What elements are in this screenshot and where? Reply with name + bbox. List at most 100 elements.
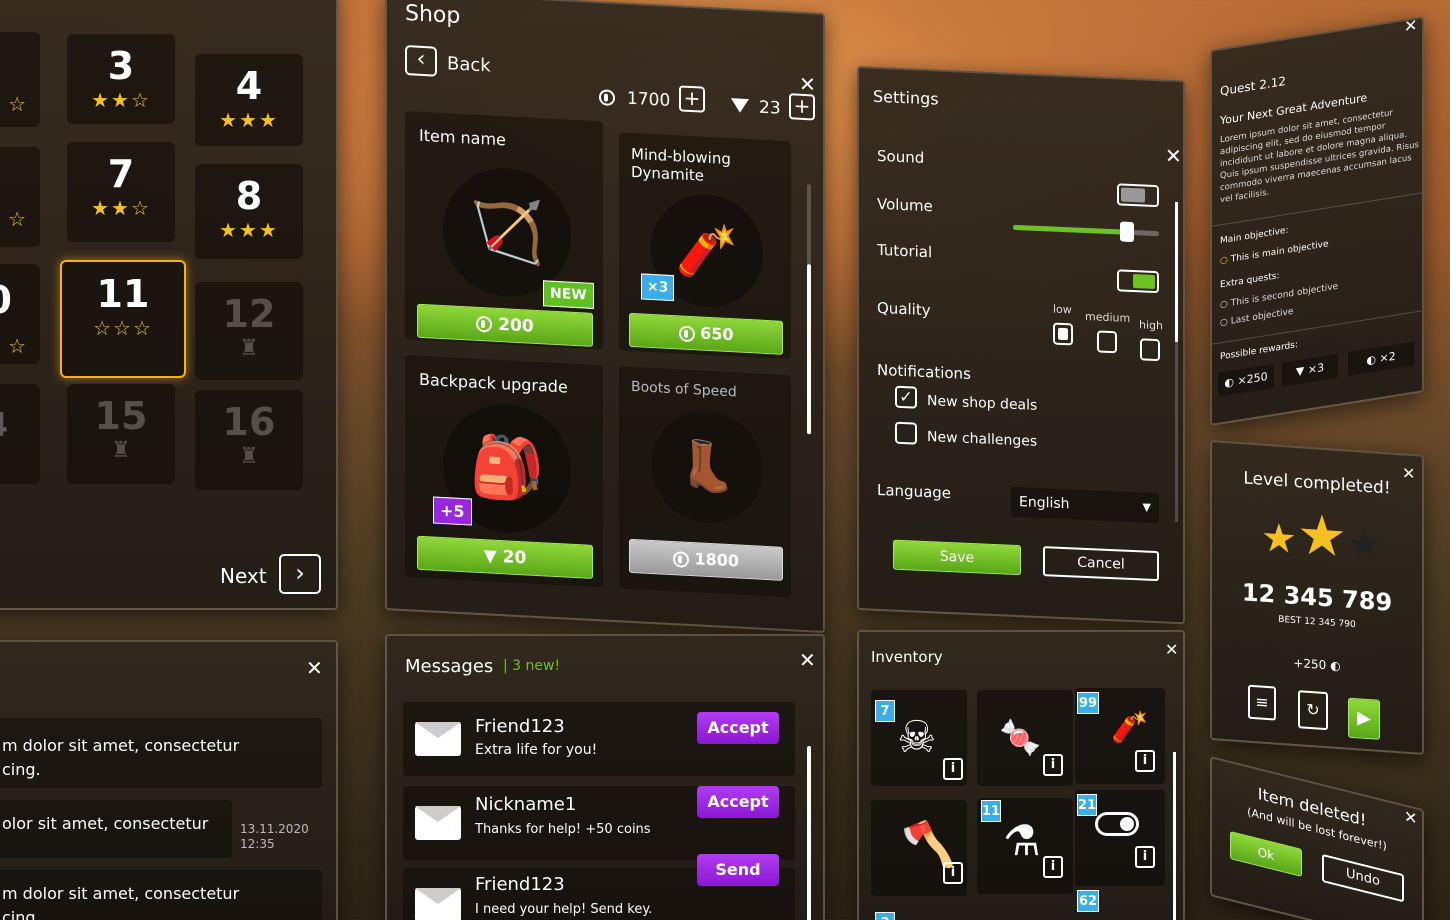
scrollbar[interactable]: [1173, 752, 1176, 920]
send-button[interactable]: Send: [697, 854, 779, 886]
undo-button[interactable]: Undo: [1322, 853, 1404, 903]
close-icon[interactable]: ✕: [1165, 143, 1182, 168]
close-icon[interactable]: ✕: [799, 650, 816, 670]
message-row[interactable]: Nickname1 Thanks for help! +50 coins Acc…: [403, 786, 795, 860]
chevron-down-icon: ▼: [1142, 500, 1151, 514]
info-button[interactable]: i: [1043, 754, 1063, 776]
add-gems-button[interactable]: +: [789, 93, 815, 121]
buy-button-disabled[interactable]: 1800: [629, 538, 783, 581]
level-tile-7[interactable]: 7 ★★☆: [67, 142, 175, 242]
level-complete-title: Level completed!: [1243, 468, 1391, 499]
level-tile-16-locked[interactable]: 16 ♜: [195, 390, 303, 490]
message-sender: Friend123: [475, 874, 565, 895]
buy-button[interactable]: 200: [417, 303, 593, 347]
item-name: Backpack upgrade: [419, 369, 568, 397]
gem-balance: 23: [759, 97, 781, 119]
scrollbar[interactable]: [1175, 201, 1178, 523]
chat-date: 13.11.2020: [240, 822, 309, 836]
buy-button[interactable]: 650: [629, 312, 783, 355]
chevron-left-icon: ‹: [416, 46, 426, 73]
message-row[interactable]: Friend123 I need your help! Send key. Se…: [403, 854, 795, 920]
level-number: 4: [235, 64, 263, 108]
language-select[interactable]: English ▼: [1011, 486, 1159, 524]
inventory-slot[interactable]: 7 ☠ i: [871, 690, 967, 786]
buy-button[interactable]: ▼ 20: [417, 535, 593, 579]
next-button[interactable]: ›: [279, 554, 321, 594]
ok-button[interactable]: Ok: [1230, 830, 1302, 877]
bow-icon: 🏹: [443, 165, 571, 300]
close-icon[interactable]: ✕: [306, 658, 323, 678]
level-tile-partial[interactable]: 4: [0, 384, 40, 484]
settings-panel: Settings ✕ Sound Volume Tutorial Quality…: [857, 66, 1185, 625]
slider-handle[interactable]: [1119, 221, 1134, 243]
envelope-coin-icon: [415, 806, 461, 840]
play-button[interactable]: ▶: [1348, 697, 1380, 740]
message-sender: Nickname1: [475, 794, 577, 815]
level-number: 12: [222, 292, 276, 336]
back-button[interactable]: ‹: [405, 45, 437, 77]
inventory-slot[interactable]: 11 ⚗ i: [977, 798, 1073, 894]
level-tile-8[interactable]: 8 ★★★: [195, 164, 303, 259]
inventory-slot[interactable]: 🍬 i: [977, 690, 1073, 786]
cancel-button[interactable]: Cancel: [1043, 546, 1159, 582]
close-icon[interactable]: ✕: [1165, 642, 1178, 658]
menu-icon: ≡: [1255, 692, 1269, 713]
close-icon[interactable]: ✕: [799, 72, 816, 97]
quality-high-radio[interactable]: [1140, 338, 1160, 362]
level-tile-partial[interactable]: ☆: [0, 32, 40, 127]
level-tile-11-selected[interactable]: 11 ☆☆☆: [60, 260, 186, 378]
close-icon[interactable]: ✕: [1404, 15, 1417, 36]
volume-slider[interactable]: [1013, 221, 1159, 243]
info-button[interactable]: i: [943, 758, 963, 780]
accept-button[interactable]: Accept: [697, 712, 779, 744]
level-number: 16: [222, 400, 276, 444]
extra-quests-label: Extra quests:: [1220, 270, 1280, 291]
message-text: Extra life for you!: [475, 742, 598, 758]
coin-icon: [476, 315, 493, 333]
quality-medium-radio[interactable]: [1097, 330, 1117, 354]
scrollbar[interactable]: [807, 746, 811, 920]
quality-low-label: low: [1053, 302, 1072, 317]
accept-button[interactable]: Accept: [697, 786, 779, 818]
level-tile-partial[interactable]: ☆: [0, 147, 40, 247]
level-tile-4[interactable]: 4 ★★★: [195, 54, 303, 146]
inventory-slot[interactable]: 21 i: [1075, 790, 1165, 886]
back-label: Back: [447, 53, 491, 77]
count-badge: 62: [1077, 890, 1099, 912]
add-coins-button[interactable]: +: [679, 85, 705, 113]
inventory-slot[interactable]: 🪓 i: [871, 800, 967, 896]
level-tile-partial[interactable]: 0 ☆: [0, 264, 40, 364]
message-text: Thanks for help! +50 coins: [475, 822, 651, 837]
quality-high-label: high: [1139, 318, 1163, 333]
info-button[interactable]: i: [943, 862, 963, 884]
level-number: 11: [96, 272, 150, 316]
level-tile-15-locked[interactable]: 15 ♜: [67, 384, 175, 484]
shop-item-card[interactable]: Item name 🏹 NEW 200: [405, 111, 603, 350]
scrollbar[interactable]: [807, 184, 811, 435]
save-button[interactable]: Save: [893, 539, 1021, 576]
coin-icon: [678, 324, 695, 342]
sound-toggle[interactable]: [1117, 183, 1159, 208]
volume-label: Volume: [877, 194, 933, 216]
new-shop-deals-checkbox[interactable]: ✓: [895, 385, 917, 409]
shop-item-card[interactable]: Boots of Speed 👢 1800: [619, 366, 791, 598]
sound-label: Sound: [877, 146, 925, 167]
inventory-slot[interactable]: 99 🧨 i: [1075, 688, 1165, 784]
shop-item-card[interactable]: Backpack upgrade 🎒 +5 ▼ 20: [405, 355, 603, 588]
quality-medium-label: medium: [1085, 309, 1131, 325]
chat-text: cing.: [2, 908, 41, 920]
level-stars: ★★☆: [91, 196, 151, 220]
info-button[interactable]: i: [1135, 750, 1155, 772]
quest-panel: ✕ Quest 2.12 Your Next Great Adventure L…: [1210, 15, 1424, 426]
replay-button[interactable]: ↻: [1298, 690, 1328, 731]
message-row[interactable]: Friend123 Extra life for you! Accept: [403, 702, 795, 776]
info-button[interactable]: i: [1135, 846, 1155, 868]
shop-item-card[interactable]: Mind-blowing Dynamite 🧨 ×3 650: [619, 132, 791, 360]
level-tile-12-locked[interactable]: 12 ♜: [195, 282, 303, 380]
info-button[interactable]: i: [1043, 856, 1063, 878]
menu-button[interactable]: ≡: [1248, 684, 1276, 721]
quality-low-radio[interactable]: [1053, 322, 1073, 346]
tutorial-toggle[interactable]: [1117, 269, 1159, 294]
new-challenges-checkbox[interactable]: [895, 421, 917, 445]
level-tile-3[interactable]: 3 ★★☆: [67, 34, 175, 124]
